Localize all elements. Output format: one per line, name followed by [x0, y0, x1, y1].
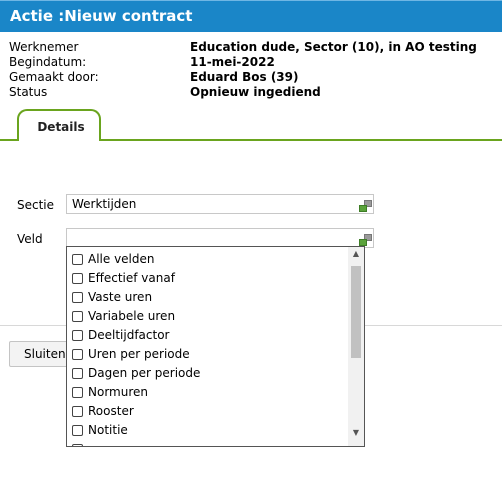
dropdown-item-label: Variabele uren [88, 309, 176, 323]
checkbox[interactable] [72, 273, 83, 284]
info-value: Eduard Bos (39) [190, 70, 299, 84]
checkbox[interactable] [72, 368, 83, 379]
info-value: Opnieuw ingediend [190, 85, 321, 99]
checkbox[interactable] [72, 349, 83, 360]
checkbox[interactable] [72, 444, 83, 446]
veld-field[interactable] [66, 228, 374, 248]
picker-icon[interactable] [359, 234, 372, 246]
sectie-value: Werktijden [72, 197, 137, 211]
info-row-gemaakt-door: Gemaakt door: Eduard Bos (39) [9, 70, 499, 85]
dropdown-item-label: Notitie [88, 423, 128, 437]
dropdown-item-label: Uren per periode [88, 347, 190, 361]
checkbox[interactable] [72, 254, 83, 265]
checkbox[interactable] [72, 330, 83, 341]
info-row-status: Status Opnieuw ingediend [9, 85, 499, 100]
checkbox[interactable] [72, 387, 83, 398]
dropdown-item-label: Alle velden [88, 252, 155, 266]
dropdown-item-label: Normuren [88, 385, 148, 399]
info-label: Status [9, 85, 48, 99]
info-row-begindatum: Begindatum: 11-mei-2022 [9, 55, 499, 70]
sectie-label: Sectie [17, 198, 55, 212]
info-value: 11-mei-2022 [190, 55, 275, 69]
dropdown-item-label: Vaste uren [88, 290, 153, 304]
dropdown-item-label: Dagen per periode [88, 366, 201, 380]
checkbox[interactable] [72, 311, 83, 322]
veld-label: Veld [17, 232, 43, 246]
info-label: Begindatum: [9, 55, 87, 69]
checkbox[interactable] [72, 425, 83, 436]
dropdown-scrollbar[interactable]: ▲ ▼ [348, 247, 364, 446]
close-button-label: Sluiten [24, 347, 66, 361]
info-label: Gemaakt door: [9, 70, 99, 84]
info-label: Werknemer [9, 40, 79, 54]
scroll-thumb[interactable] [351, 266, 361, 358]
sectie-field[interactable]: Werktijden [66, 194, 374, 214]
info-row-werknemer: Werknemer Education dude, Sector (10), i… [9, 40, 499, 55]
scroll-up-icon[interactable]: ▲ [348, 249, 364, 265]
dropdown-item-label: Deeltijdfactor [88, 328, 170, 342]
title-bar: Actie :Nieuw contract [0, 0, 502, 32]
scroll-down-icon[interactable]: ▼ [348, 428, 364, 444]
info-value: Education dude, Sector (10), in AO testi… [190, 40, 477, 54]
picker-icon[interactable] [359, 200, 372, 212]
checkbox[interactable] [72, 292, 83, 303]
checkbox[interactable] [72, 406, 83, 417]
window-title: Actie :Nieuw contract [10, 7, 193, 25]
dropdown-item-label: Effectief vanaf [88, 271, 175, 285]
veld-dropdown[interactable]: Alle velden Effectief vanaf Vaste uren V… [66, 246, 365, 447]
dropdown-item-label: Rooster [88, 404, 134, 418]
tab-label: Details [37, 120, 85, 134]
tab-details[interactable]: Details [17, 109, 101, 141]
